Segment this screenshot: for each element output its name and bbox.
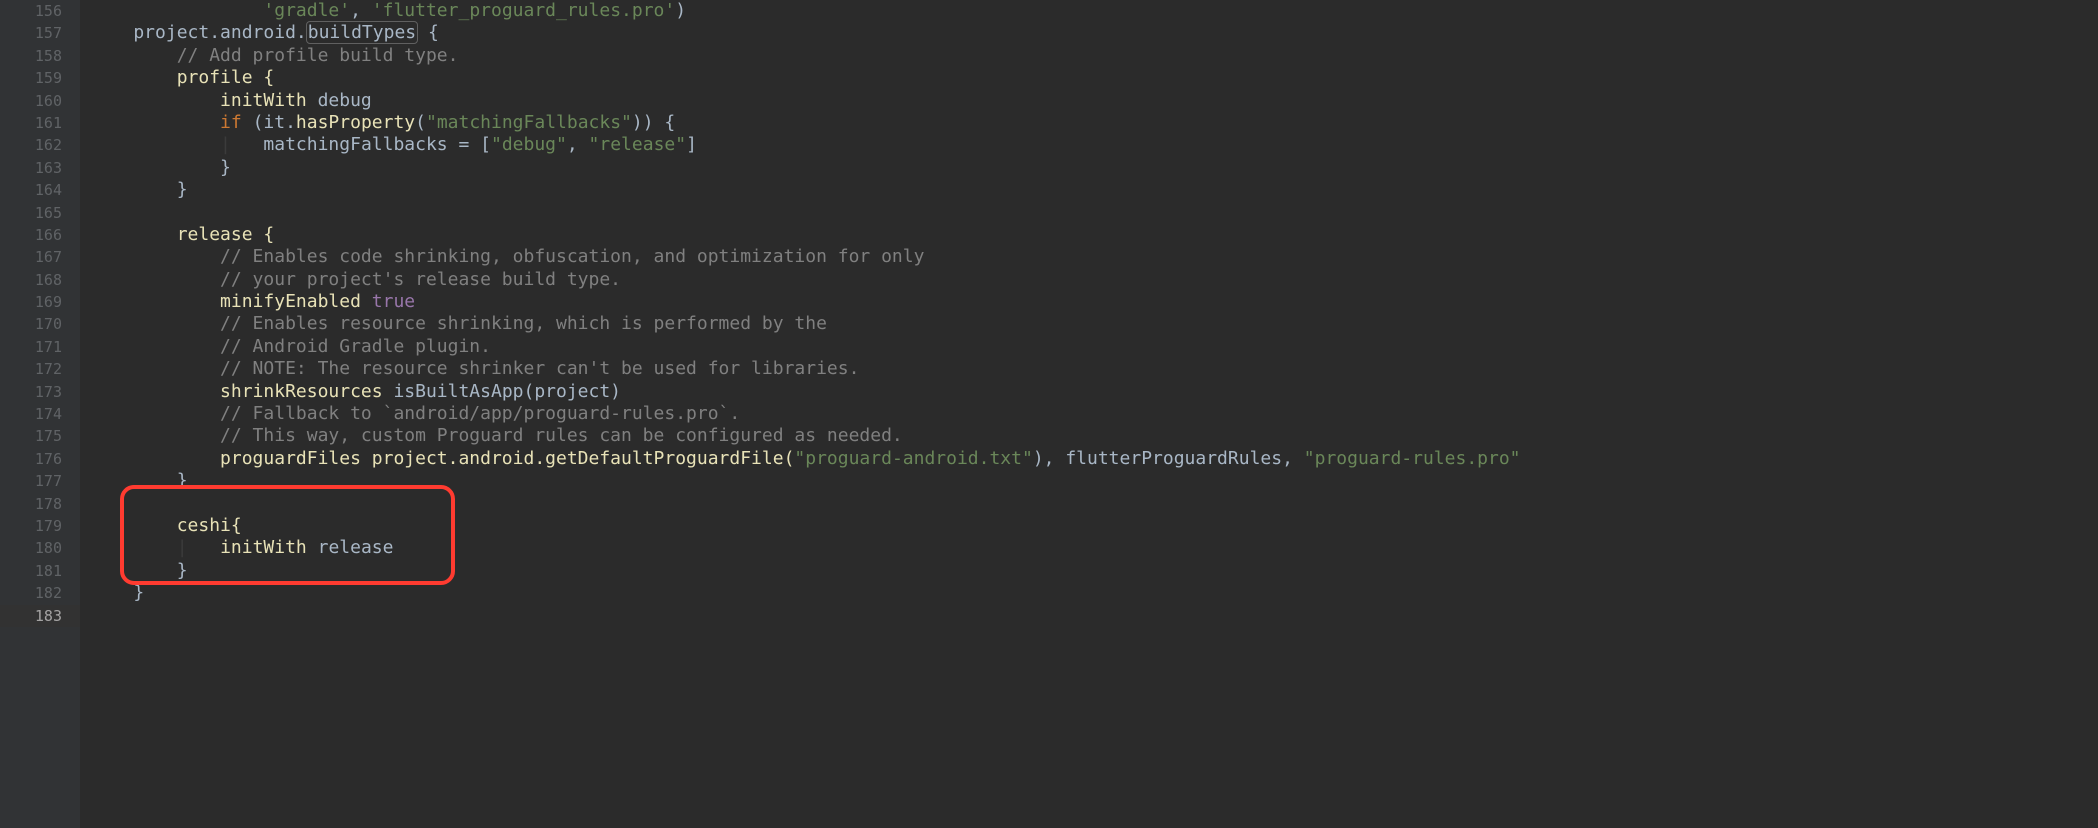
line-number: 168	[0, 269, 80, 291]
code-line[interactable]: // your project's release build type.	[90, 269, 2098, 291]
line-number: 182	[0, 582, 80, 604]
code-line[interactable]: // Add profile build type.	[90, 45, 2098, 67]
line-number: 160	[0, 90, 80, 112]
line-number: 165	[0, 202, 80, 224]
code-line[interactable]: // Enables code shrinking, obfuscation, …	[90, 246, 2098, 268]
line-number: 174	[0, 403, 80, 425]
line-number: 177	[0, 470, 80, 492]
code-line[interactable]: }	[90, 179, 2098, 201]
line-number: 167	[0, 246, 80, 268]
line-number: 172	[0, 358, 80, 380]
code-line[interactable]: minifyEnabled true	[90, 291, 2098, 313]
line-number: 171	[0, 336, 80, 358]
code-line[interactable]: }	[90, 470, 2098, 492]
line-number: 173	[0, 381, 80, 403]
code-line[interactable]: project.android.buildTypes {	[90, 22, 2098, 44]
line-number: 157	[0, 22, 80, 44]
code-line[interactable]: if (it.hasProperty("matchingFallbacks"))…	[90, 112, 2098, 134]
line-number: 159	[0, 67, 80, 89]
selection-box: buildTypes	[307, 22, 417, 43]
code-line[interactable]: // NOTE: The resource shrinker can't be …	[90, 358, 2098, 380]
code-line[interactable]: | matchingFallbacks = ["debug", "release…	[90, 134, 2098, 156]
line-number: 183	[0, 605, 80, 627]
code-line[interactable]: profile {	[90, 67, 2098, 89]
code-line[interactable]: proguardFiles project.android.getDefault…	[90, 448, 2098, 470]
code-line[interactable]: // This way, custom Proguard rules can b…	[90, 425, 2098, 447]
code-line[interactable]: release {	[90, 224, 2098, 246]
line-number: 158	[0, 45, 80, 67]
code-line[interactable]: | initWith release	[90, 537, 2098, 559]
line-number: 170	[0, 313, 80, 335]
code-line[interactable]: // Android Gradle plugin.	[90, 336, 2098, 358]
code-area[interactable]: 'gradle', 'flutter_proguard_rules.pro') …	[80, 0, 2098, 828]
line-number: 175	[0, 425, 80, 447]
line-number: 180	[0, 537, 80, 559]
code-line[interactable]: shrinkResources isBuiltAsApp(project)	[90, 381, 2098, 403]
code-line[interactable]	[90, 605, 2098, 627]
code-line[interactable]: }	[90, 582, 2098, 604]
code-line[interactable]	[90, 493, 2098, 515]
line-number: 178	[0, 493, 80, 515]
line-number-gutter: 1561571581591601611621631641651661671681…	[0, 0, 80, 828]
code-line[interactable]: // Enables resource shrinking, which is …	[90, 313, 2098, 335]
line-number: 163	[0, 157, 80, 179]
code-line[interactable]: 'gradle', 'flutter_proguard_rules.pro')	[90, 0, 2098, 22]
code-line[interactable]: }	[90, 157, 2098, 179]
code-line[interactable]	[90, 202, 2098, 224]
line-number: 169	[0, 291, 80, 313]
line-number: 164	[0, 179, 80, 201]
line-number: 179	[0, 515, 80, 537]
code-line[interactable]: }	[90, 560, 2098, 582]
line-number: 161	[0, 112, 80, 134]
line-number: 181	[0, 560, 80, 582]
code-editor[interactable]: 1561571581591601611621631641651661671681…	[0, 0, 2098, 828]
code-line[interactable]: // Fallback to `android/app/proguard-rul…	[90, 403, 2098, 425]
line-number: 166	[0, 224, 80, 246]
line-number: 156	[0, 0, 80, 22]
line-number: 176	[0, 448, 80, 470]
code-line[interactable]: ceshi{	[90, 515, 2098, 537]
line-number: 162	[0, 134, 80, 156]
code-line[interactable]: initWith debug	[90, 90, 2098, 112]
